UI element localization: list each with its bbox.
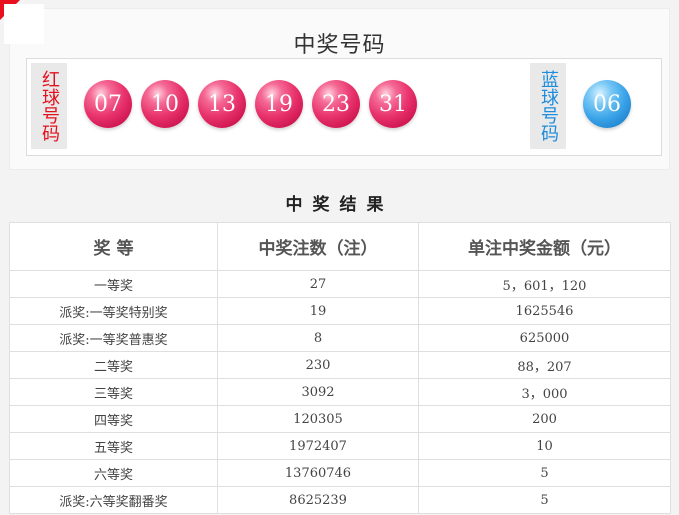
- winner-count: 19: [217, 297, 419, 325]
- prize-results-panel: 中奖结果 奖 等 中奖注数（注） 单注中奖金额（元） 一等奖 27 5，601，…: [0, 180, 679, 515]
- red-ball-3: 13: [198, 80, 246, 128]
- ribbon-white-square: [4, 4, 44, 44]
- prize-amount: 3，000: [418, 378, 671, 406]
- prize-amount: 1625546: [418, 297, 671, 325]
- balls-box: 红球号码 07 10 13 19 23 31 蓝球号码 06: [26, 58, 662, 156]
- prize-amount: 5: [418, 486, 671, 514]
- header-prize-level: 奖 等: [9, 222, 218, 271]
- winner-count: 3092: [217, 378, 419, 406]
- red-ball-5: 23: [312, 80, 360, 128]
- prize-level: 派奖:六等奖翻番奖: [9, 486, 218, 514]
- prize-amount: 5: [418, 459, 671, 487]
- prize-amount: 10: [418, 432, 671, 460]
- prize-level: 派奖:一等奖特别奖: [9, 297, 218, 325]
- winner-count: 13760746: [217, 459, 419, 487]
- prize-level: 一等奖: [9, 270, 218, 298]
- red-ball-label: 红球号码: [31, 63, 67, 149]
- prize-level: 五等奖: [9, 432, 218, 460]
- prize-amount: 200: [418, 405, 671, 433]
- winner-count: 8: [217, 324, 419, 352]
- red-ball-2: 10: [141, 80, 189, 128]
- winner-count: 120305: [217, 405, 419, 433]
- corner-ribbon: [0, 0, 44, 44]
- table-row: 五等奖 1972407 10: [9, 432, 671, 460]
- table-row: 二等奖 230 88，207: [9, 351, 671, 379]
- table-row: 派奖:一等奖普惠奖 8 625000: [9, 324, 671, 352]
- prize-results-title: 中奖结果: [285, 195, 394, 215]
- prize-results-table: 奖 等 中奖注数（注） 单注中奖金额（元） 一等奖 27 5，601，120 派…: [9, 222, 671, 514]
- table-row: 派奖:一等奖特别奖 19 1625546: [9, 297, 671, 325]
- header-prize-amount: 单注中奖金额（元）: [418, 222, 671, 271]
- winner-count: 230: [217, 351, 419, 379]
- winning-numbers-title: 中奖号码: [293, 33, 386, 58]
- table-row: 派奖:六等奖翻番奖 8625239 5: [9, 486, 671, 514]
- prize-level: 四等奖: [9, 405, 218, 433]
- prize-level: 派奖:一等奖普惠奖: [9, 324, 218, 352]
- prize-level: 三等奖: [9, 378, 218, 406]
- prize-amount: 88，207: [418, 351, 671, 379]
- red-ball-6: 31: [369, 80, 417, 128]
- prize-level: 六等奖: [9, 459, 218, 487]
- blue-ball: 06: [583, 80, 631, 128]
- red-ball-4: 19: [255, 80, 303, 128]
- table-row: 六等奖 13760746 5: [9, 459, 671, 487]
- table-header-row: 奖 等 中奖注数（注） 单注中奖金额（元）: [9, 222, 671, 271]
- table-row: 三等奖 3092 3，000: [9, 378, 671, 406]
- table-row: 一等奖 27 5，601，120: [9, 270, 671, 298]
- prize-level: 二等奖: [9, 351, 218, 379]
- winner-count: 1972407: [217, 432, 419, 460]
- winner-count: 8625239: [217, 486, 419, 514]
- table-row: 四等奖 120305 200: [9, 405, 671, 433]
- winner-count: 27: [217, 270, 419, 298]
- red-ball-1: 07: [84, 80, 132, 128]
- prize-amount: 5，601，120: [418, 270, 671, 298]
- header-winner-count: 中奖注数（注）: [217, 222, 419, 271]
- winning-numbers-panel: 中奖号码 红球号码 07 10 13 19 23 31 蓝球号码 06: [9, 8, 670, 170]
- blue-ball-label: 蓝球号码: [530, 63, 566, 149]
- prize-amount: 625000: [418, 324, 671, 352]
